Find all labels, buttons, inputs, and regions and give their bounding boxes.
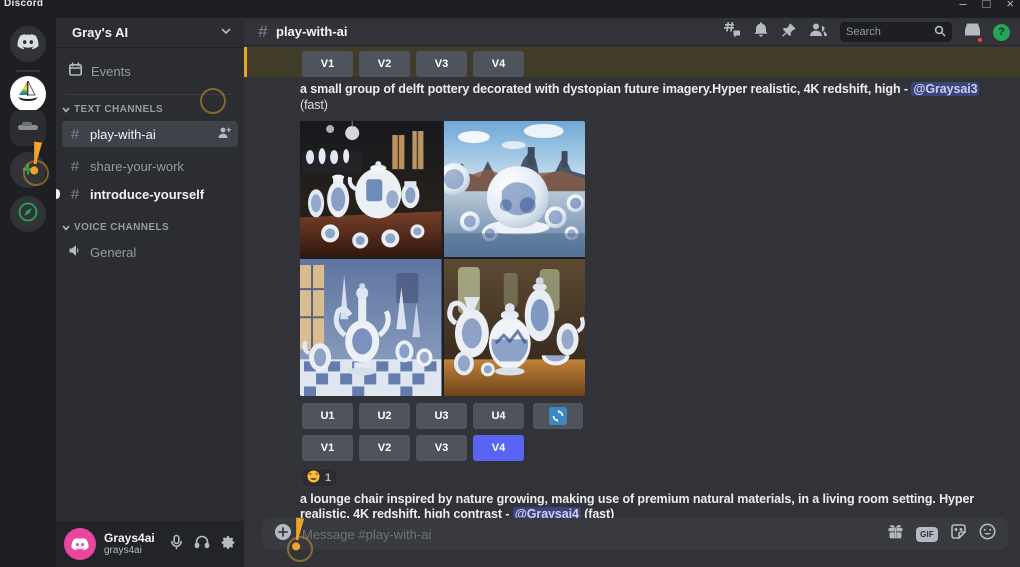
- mic-icon[interactable]: [169, 534, 184, 555]
- guild-header[interactable]: Gray's AI: [56, 18, 244, 48]
- hash-icon: #: [68, 126, 82, 143]
- sidebar-item-play-with-ai[interactable]: # play-with-ai: [62, 121, 238, 147]
- reroll-button[interactable]: [533, 403, 583, 429]
- search-input[interactable]: Search: [840, 22, 952, 42]
- sailboat-icon: [15, 79, 41, 110]
- image-tile-ewer: [300, 259, 442, 396]
- user-name-block[interactable]: Grays4ai grays4ai: [104, 532, 155, 556]
- minimize-button[interactable]: –: [959, 0, 966, 11]
- discord-window: Discord – □ ×: [0, 0, 1020, 567]
- hash-icon: #: [256, 22, 270, 42]
- avatar[interactable]: [64, 528, 96, 560]
- variation-button-v3[interactable]: V3: [416, 435, 467, 461]
- composer-placeholder[interactable]: Message #play-with-ai: [302, 527, 877, 542]
- close-button[interactable]: ×: [1006, 0, 1014, 11]
- image-tile-interior: [300, 121, 442, 257]
- message-fast-tag: (fast): [300, 98, 328, 112]
- message-composer[interactable]: Message #play-with-ai GIF: [262, 518, 1008, 550]
- user-panel: Grays4ai grays4ai: [56, 521, 244, 567]
- sidebar-item-share-your-work[interactable]: # share-your-work: [62, 153, 238, 179]
- image-tile-jugs: [444, 259, 586, 396]
- gift-icon[interactable]: [887, 523, 904, 545]
- notifications-bell-icon[interactable]: [753, 21, 769, 43]
- server-rail: +: [0, 18, 56, 567]
- heart-eyes-emoji-icon: [307, 470, 320, 486]
- gif-picker-icon[interactable]: GIF: [916, 527, 938, 542]
- search-icon: [934, 25, 946, 40]
- invite-member-icon[interactable]: [217, 126, 232, 142]
- discord-logo-icon: [17, 34, 39, 55]
- unread-badge: [976, 36, 984, 44]
- title-bar: Discord – □ ×: [0, 0, 1020, 18]
- compass-icon: [17, 201, 39, 228]
- variation-button-top[interactable]: V2: [359, 51, 410, 77]
- pin-icon[interactable]: [781, 22, 797, 43]
- image-tile-outdoor: [444, 121, 586, 257]
- channel-title: play-with-ai: [276, 24, 348, 39]
- message-prompt-text: a small group of delft pottery decorated…: [300, 82, 979, 96]
- user-mention[interactable]: @Graysai3: [911, 82, 979, 96]
- variation-button-top[interactable]: V4: [473, 51, 524, 77]
- upscale-button-u1[interactable]: U1: [302, 403, 353, 429]
- speaker-icon: [68, 244, 82, 260]
- emoji-icon[interactable]: [979, 523, 996, 545]
- search-placeholder: Search: [846, 26, 930, 38]
- sidebar-item-introduce-yourself[interactable]: # introduce-yourself: [62, 181, 238, 207]
- unread-indicator: [56, 189, 60, 199]
- display-name: Grays4ai: [104, 532, 155, 545]
- settings-gear-icon[interactable]: [220, 534, 236, 555]
- message2-line1: a lounge chair inspired by nature growin…: [300, 492, 974, 506]
- home-server-button[interactable]: [10, 26, 46, 62]
- hash-icon: #: [68, 186, 82, 203]
- upscale-button-u3[interactable]: U3: [416, 403, 467, 429]
- chevron-down-icon: [220, 25, 232, 40]
- variation-button-v4-active[interactable]: V4: [473, 435, 524, 461]
- calendar-icon: [68, 62, 83, 80]
- sticker-icon[interactable]: [950, 523, 967, 545]
- voice-channels-header[interactable]: VOICE CHANNELS: [62, 222, 238, 233]
- generated-image-grid[interactable]: [300, 121, 585, 396]
- headphones-icon[interactable]: [194, 534, 210, 554]
- upscale-button-u2[interactable]: U2: [359, 403, 410, 429]
- help-icon[interactable]: ?: [993, 24, 1010, 41]
- reaction-pill[interactable]: 1: [300, 468, 338, 487]
- events-label: Events: [91, 64, 131, 79]
- app-title: Discord: [4, 0, 43, 9]
- annotation-ring-text-channels: [200, 88, 226, 114]
- username: grays4ai: [104, 545, 155, 556]
- reroll-arrows-icon: [549, 407, 567, 425]
- maximize-button[interactable]: □: [983, 0, 991, 11]
- server-icon-midjourney[interactable]: [10, 76, 46, 112]
- variation-button-v1[interactable]: V1: [302, 435, 353, 461]
- upscale-button-u4[interactable]: U4: [473, 403, 524, 429]
- inbox-icon[interactable]: [964, 22, 981, 42]
- rail-divider: [16, 70, 40, 72]
- hash-icon: #: [68, 158, 82, 175]
- variation-button-top[interactable]: V1: [302, 51, 353, 77]
- variation-button-v2[interactable]: V2: [359, 435, 410, 461]
- reaction-count: 1: [325, 472, 331, 484]
- chat-area: # play-with-ai Search: [244, 18, 1020, 567]
- guild-name: Gray's AI: [72, 25, 128, 40]
- variation-button-top[interactable]: V3: [416, 51, 467, 77]
- members-icon[interactable]: [809, 22, 828, 42]
- explore-servers-button[interactable]: [10, 196, 46, 232]
- sidebar-item-general-voice[interactable]: General: [62, 239, 238, 265]
- events-item[interactable]: Events: [62, 58, 238, 84]
- threads-icon[interactable]: [723, 22, 741, 43]
